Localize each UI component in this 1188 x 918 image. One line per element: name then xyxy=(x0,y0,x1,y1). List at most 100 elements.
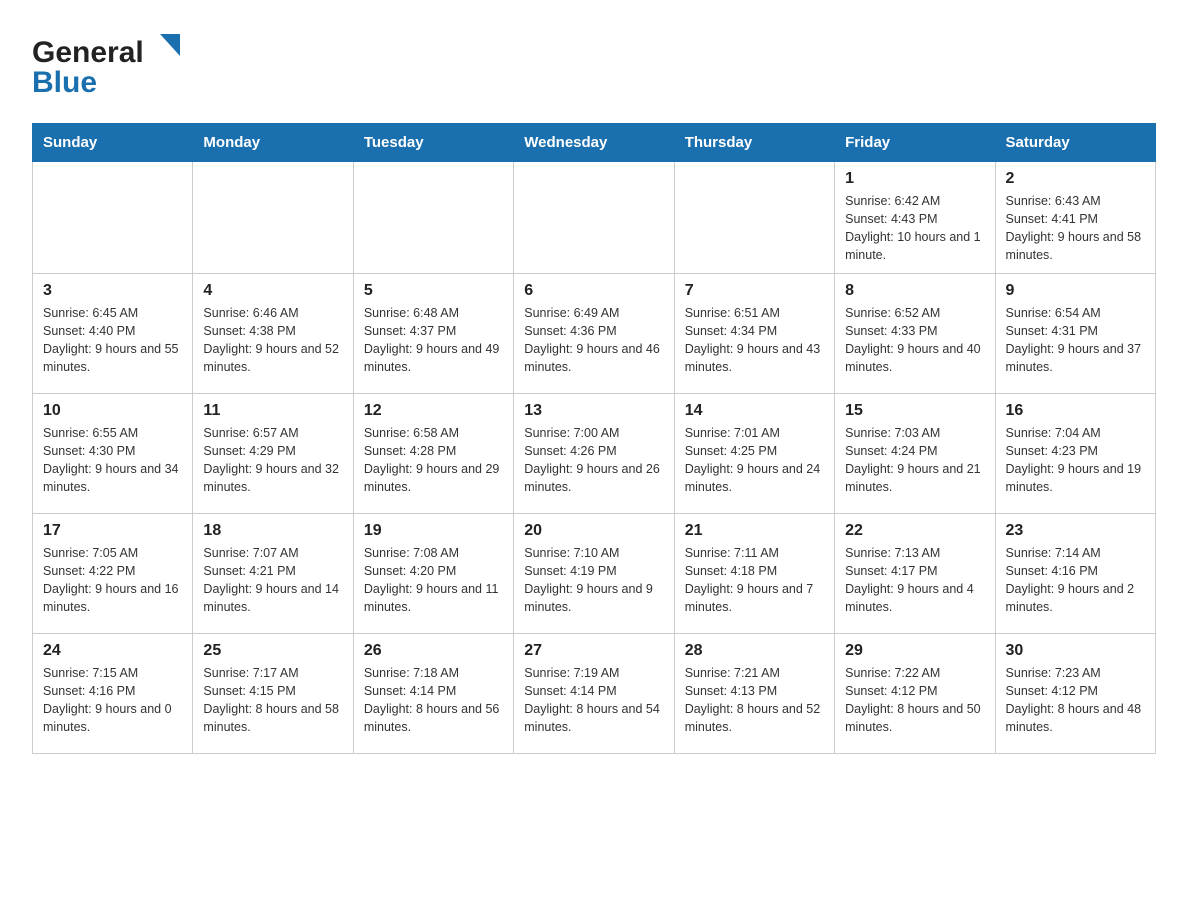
day-number: 24 xyxy=(43,642,182,660)
day-number: 18 xyxy=(203,522,342,540)
calendar-header: SundayMondayTuesdayWednesdayThursdayFrid… xyxy=(33,124,1156,162)
calendar-cell: 2Sunrise: 6:43 AMSunset: 4:41 PMDaylight… xyxy=(995,162,1155,274)
weekday-header-tuesday: Tuesday xyxy=(353,124,513,162)
day-number: 4 xyxy=(203,282,342,300)
logo: General Blue xyxy=(32,24,192,99)
calendar-cell: 27 Sunrise: 7:19 AMSunset: 4:14 PMDayligh… xyxy=(514,633,674,753)
day-number: 19 xyxy=(364,522,503,540)
calendar-week-row: 1Sunrise: 6:42 AMSunset: 4:43 PMDaylight… xyxy=(33,162,1156,274)
calendar-cell: 12 Sunrise: 6:58 AMSunset: 4:28 PMDayligh… xyxy=(353,393,513,513)
day-number: 1 xyxy=(845,170,984,188)
calendar-cell: 29 Sunrise: 7:22 AMSunset: 4:12 PMDayligh… xyxy=(835,633,995,753)
day-info: Sunrise: 6:52 AMSunset: 4:33 PMDaylight:… xyxy=(845,304,984,377)
day-info: Sunrise: 7:03 AMSunset: 4:24 PMDaylight:… xyxy=(845,424,984,497)
day-number: 26 xyxy=(364,642,503,660)
calendar-cell: 9 Sunrise: 6:54 AMSunset: 4:31 PMDaylight… xyxy=(995,273,1155,393)
day-number: 9 xyxy=(1006,282,1145,300)
day-info: Sunrise: 6:57 AMSunset: 4:29 PMDaylight:… xyxy=(203,424,342,497)
day-number: 5 xyxy=(364,282,503,300)
calendar-cell: 30 Sunrise: 7:23 AMSunset: 4:12 PMDayligh… xyxy=(995,633,1155,753)
day-info: Sunrise: 7:19 AMSunset: 4:14 PMDaylight:… xyxy=(524,664,663,737)
day-info: Sunrise: 6:54 AMSunset: 4:31 PMDaylight:… xyxy=(1006,304,1145,377)
day-info: Sunrise: 6:46 AMSunset: 4:38 PMDaylight:… xyxy=(203,304,342,377)
day-number: 13 xyxy=(524,402,663,420)
day-number: 17 xyxy=(43,522,182,540)
calendar-cell: 28 Sunrise: 7:21 AMSunset: 4:13 PMDayligh… xyxy=(674,633,834,753)
calendar-cell: 25 Sunrise: 7:17 AMSunset: 4:15 PMDayligh… xyxy=(193,633,353,753)
weekday-header-thursday: Thursday xyxy=(674,124,834,162)
calendar-cell: 1Sunrise: 6:42 AMSunset: 4:43 PMDaylight… xyxy=(835,162,995,274)
calendar-week-row: 17 Sunrise: 7:05 AMSunset: 4:22 PMDayligh… xyxy=(33,513,1156,633)
day-number: 27 xyxy=(524,642,663,660)
calendar-table: SundayMondayTuesdayWednesdayThursdayFrid… xyxy=(32,123,1156,754)
day-number: 7 xyxy=(685,282,824,300)
day-info: Sunrise: 7:14 AMSunset: 4:16 PMDaylight:… xyxy=(1006,544,1145,617)
calendar-cell: 22 Sunrise: 7:13 AMSunset: 4:17 PMDayligh… xyxy=(835,513,995,633)
day-number: 6 xyxy=(524,282,663,300)
calendar-cell: 3 Sunrise: 6:45 AMSunset: 4:40 PMDaylight… xyxy=(33,273,193,393)
calendar-week-row: 10 Sunrise: 6:55 AMSunset: 4:30 PMDayligh… xyxy=(33,393,1156,513)
weekday-header-friday: Friday xyxy=(835,124,995,162)
calendar-cell: 14Sunrise: 7:01 AMSunset: 4:25 PMDayligh… xyxy=(674,393,834,513)
calendar-cell: 10 Sunrise: 6:55 AMSunset: 4:30 PMDayligh… xyxy=(33,393,193,513)
calendar-cell: 20 Sunrise: 7:10 AMSunset: 4:19 PMDayligh… xyxy=(514,513,674,633)
day-info: Sunrise: 7:13 AMSunset: 4:17 PMDaylight:… xyxy=(845,544,984,617)
day-number: 14 xyxy=(685,402,824,420)
calendar-cell: 19 Sunrise: 7:08 AMSunset: 4:20 PMDayligh… xyxy=(353,513,513,633)
day-number: 21 xyxy=(685,522,824,540)
day-info: Sunrise: 6:58 AMSunset: 4:28 PMDaylight:… xyxy=(364,424,503,497)
day-info: Sunrise: 7:05 AMSunset: 4:22 PMDaylight:… xyxy=(43,544,182,617)
calendar-cell: 26 Sunrise: 7:18 AMSunset: 4:14 PMDayligh… xyxy=(353,633,513,753)
day-number: 10 xyxy=(43,402,182,420)
day-number: 16 xyxy=(1006,402,1145,420)
day-info: Sunrise: 6:48 AMSunset: 4:37 PMDaylight:… xyxy=(364,304,503,377)
day-number: 20 xyxy=(524,522,663,540)
day-number: 29 xyxy=(845,642,984,660)
day-info: Sunrise: 6:45 AMSunset: 4:40 PMDaylight:… xyxy=(43,304,182,377)
day-number: 11 xyxy=(203,402,342,420)
day-number: 15 xyxy=(845,402,984,420)
day-number: 2 xyxy=(1006,170,1145,188)
calendar-cell: 16 Sunrise: 7:04 AMSunset: 4:23 PMDayligh… xyxy=(995,393,1155,513)
day-number: 12 xyxy=(364,402,503,420)
calendar-week-row: 3 Sunrise: 6:45 AMSunset: 4:40 PMDaylight… xyxy=(33,273,1156,393)
weekday-header-saturday: Saturday xyxy=(995,124,1155,162)
calendar-cell: 18 Sunrise: 7:07 AMSunset: 4:21 PMDayligh… xyxy=(193,513,353,633)
calendar-cell xyxy=(674,162,834,274)
calendar-cell: 17 Sunrise: 7:05 AMSunset: 4:22 PMDayligh… xyxy=(33,513,193,633)
day-info: Sunrise: 7:17 AMSunset: 4:15 PMDaylight:… xyxy=(203,664,342,737)
weekday-header-wednesday: Wednesday xyxy=(514,124,674,162)
day-info: Sunrise: 7:23 AMSunset: 4:12 PMDaylight:… xyxy=(1006,664,1145,737)
calendar-cell xyxy=(193,162,353,274)
day-info: Sunrise: 7:10 AMSunset: 4:19 PMDaylight:… xyxy=(524,544,663,617)
day-number: 22 xyxy=(845,522,984,540)
day-info: Sunrise: 7:08 AMSunset: 4:20 PMDaylight:… xyxy=(364,544,503,617)
day-info: Sunrise: 7:07 AMSunset: 4:21 PMDaylight:… xyxy=(203,544,342,617)
calendar-cell: 5 Sunrise: 6:48 AMSunset: 4:37 PMDaylight… xyxy=(353,273,513,393)
calendar-cell: 23 Sunrise: 7:14 AMSunset: 4:16 PMDayligh… xyxy=(995,513,1155,633)
calendar-cell: 24 Sunrise: 7:15 AMSunset: 4:16 PMDayligh… xyxy=(33,633,193,753)
day-info: Sunrise: 6:55 AMSunset: 4:30 PMDaylight:… xyxy=(43,424,182,497)
day-info: Sunrise: 7:04 AMSunset: 4:23 PMDaylight:… xyxy=(1006,424,1145,497)
day-info: Sunrise: 7:22 AMSunset: 4:12 PMDaylight:… xyxy=(845,664,984,737)
calendar-cell: 11 Sunrise: 6:57 AMSunset: 4:29 PMDayligh… xyxy=(193,393,353,513)
day-number: 30 xyxy=(1006,642,1145,660)
calendar-body: 1Sunrise: 6:42 AMSunset: 4:43 PMDaylight… xyxy=(33,162,1156,754)
calendar-cell: 21Sunrise: 7:11 AMSunset: 4:18 PMDayligh… xyxy=(674,513,834,633)
calendar-cell: 7 Sunrise: 6:51 AMSunset: 4:34 PMDaylight… xyxy=(674,273,834,393)
day-number: 23 xyxy=(1006,522,1145,540)
svg-text:General: General xyxy=(32,36,144,69)
day-info: Sunrise: 7:18 AMSunset: 4:14 PMDaylight:… xyxy=(364,664,503,737)
calendar-cell: 8Sunrise: 6:52 AMSunset: 4:33 PMDaylight… xyxy=(835,273,995,393)
day-info: Sunrise: 7:15 AMSunset: 4:16 PMDaylight:… xyxy=(43,664,182,737)
day-number: 3 xyxy=(43,282,182,300)
day-info: Sunrise: 7:21 AMSunset: 4:13 PMDaylight:… xyxy=(685,664,824,737)
weekday-header-monday: Monday xyxy=(193,124,353,162)
calendar-cell: 4 Sunrise: 6:46 AMSunset: 4:38 PMDaylight… xyxy=(193,273,353,393)
day-info: Sunrise: 6:51 AMSunset: 4:34 PMDaylight:… xyxy=(685,304,824,377)
day-number: 28 xyxy=(685,642,824,660)
logo-svg: General Blue xyxy=(32,24,192,99)
day-info: Sunrise: 7:00 AMSunset: 4:26 PMDaylight:… xyxy=(524,424,663,497)
calendar-cell: 6Sunrise: 6:49 AMSunset: 4:36 PMDaylight… xyxy=(514,273,674,393)
day-number: 25 xyxy=(203,642,342,660)
